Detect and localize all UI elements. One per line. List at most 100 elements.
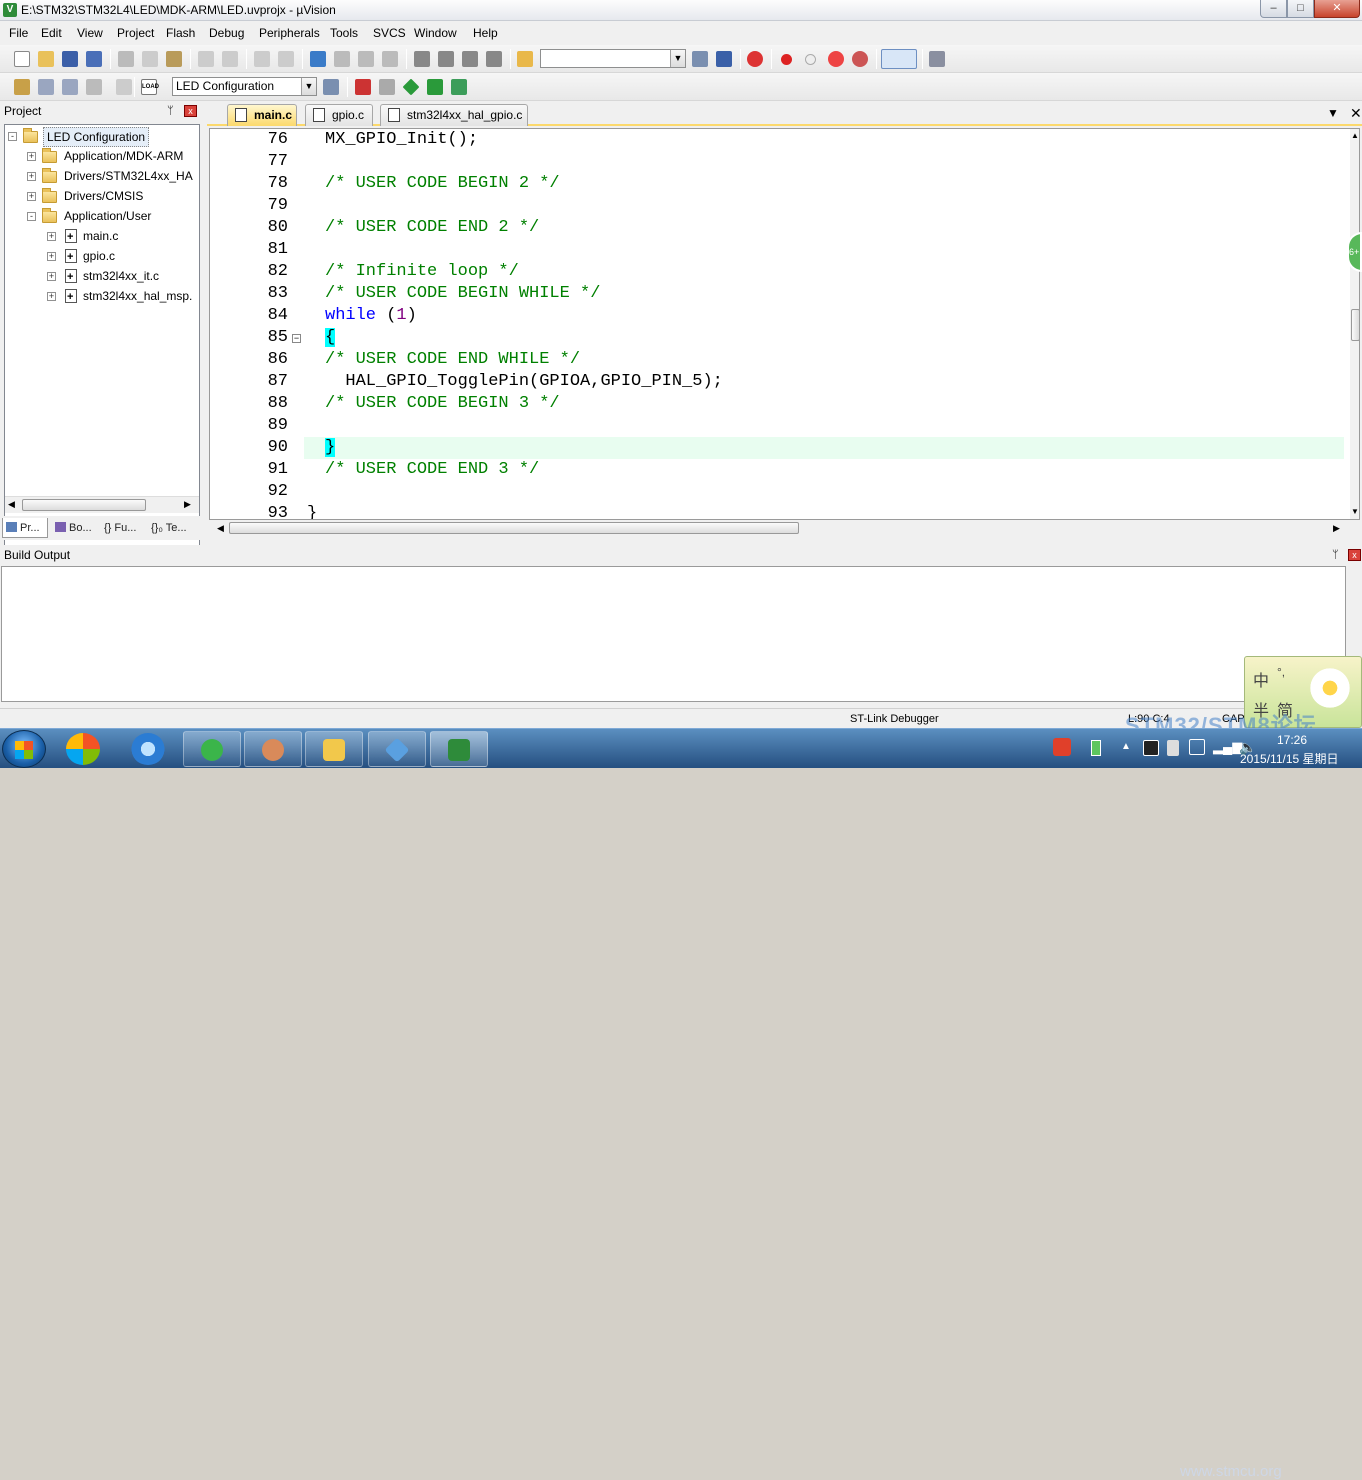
pin-icon[interactable]: ᛘ xyxy=(167,102,174,120)
editor-vertical-scrollbar[interactable]: ▲ ▼ xyxy=(1350,129,1359,519)
menu-view[interactable]: View xyxy=(77,26,103,40)
batch-build-icon[interactable] xyxy=(86,79,102,95)
collapse-icon[interactable]: - xyxy=(8,132,17,141)
expand-icon[interactable]: + xyxy=(47,272,56,281)
expand-icon[interactable]: + xyxy=(47,292,56,301)
find-in-files-icon[interactable] xyxy=(517,51,533,67)
taskbar-browser[interactable] xyxy=(183,731,241,767)
maximize-button[interactable]: □ xyxy=(1287,0,1314,18)
chevron-down-icon[interactable]: ▼ xyxy=(670,50,685,67)
title-bar[interactable]: V E:\STM32\STM32L4\LED\MDK-ARM\LED.uvpro… xyxy=(0,0,1362,21)
battery-icon[interactable] xyxy=(1091,740,1101,756)
pinwheel-app-icon[interactable] xyxy=(66,733,100,765)
tab-functions[interactable]: {} Fu... xyxy=(101,518,147,538)
build-output-text[interactable] xyxy=(1,566,1346,702)
find-icon[interactable] xyxy=(692,51,708,67)
usb-device-icon[interactable] xyxy=(1167,740,1179,756)
incremental-find-icon[interactable] xyxy=(716,51,732,67)
target-options-icon[interactable] xyxy=(323,79,339,95)
start-button[interactable] xyxy=(2,730,46,768)
nav-forward-icon[interactable] xyxy=(278,51,294,67)
close-icon[interactable]: x xyxy=(1348,549,1361,561)
menu-debug[interactable]: Debug xyxy=(209,26,244,40)
expand-icon[interactable]: + xyxy=(27,152,36,161)
menu-file[interactable]: File xyxy=(9,26,28,40)
clock-time[interactable]: 17:26 xyxy=(1277,733,1307,747)
bluetooth-icon[interactable] xyxy=(1143,740,1159,756)
disable-breakpoint-icon[interactable] xyxy=(805,54,816,65)
taskbar-contacts[interactable] xyxy=(244,731,302,767)
manage-components-icon[interactable] xyxy=(355,79,371,95)
kill-all-breakpoints-icon[interactable] xyxy=(852,51,868,67)
minimize-button[interactable]: – xyxy=(1260,0,1287,18)
expand-icon[interactable]: + xyxy=(47,232,56,241)
run-time-environment-icon[interactable] xyxy=(451,79,467,95)
close-icon[interactable]: x xyxy=(184,105,197,117)
rebuild-icon[interactable] xyxy=(62,79,78,95)
paste-icon[interactable] xyxy=(166,51,182,67)
open-file-icon[interactable] xyxy=(38,51,54,67)
indent-icon[interactable] xyxy=(414,51,430,67)
menu-flash[interactable]: Flash xyxy=(166,26,195,40)
scrollbar-thumb[interactable] xyxy=(22,499,146,511)
disable-all-breakpoints-icon[interactable] xyxy=(828,51,844,67)
clock-date[interactable]: 2015/11/15 星期日 xyxy=(1240,750,1339,767)
expand-icon[interactable]: + xyxy=(27,172,36,181)
scroll-right-icon[interactable]: ▶ xyxy=(184,499,191,510)
stop-build-icon[interactable] xyxy=(116,79,132,95)
manage-project-icon[interactable] xyxy=(379,79,395,95)
show-hidden-icons[interactable]: ▲ xyxy=(1121,741,1131,752)
taskbar-uvision[interactable] xyxy=(430,731,488,767)
close-tab-icon[interactable]: ✕ xyxy=(1350,105,1362,122)
copy-icon[interactable] xyxy=(142,51,158,67)
fold-collapse-icon[interactable]: − xyxy=(292,334,301,343)
undo-icon[interactable] xyxy=(198,51,214,67)
comment-icon[interactable] xyxy=(462,51,478,67)
action-center-icon[interactable] xyxy=(1189,739,1205,755)
taskbar-virtualbox[interactable] xyxy=(368,731,426,767)
scroll-up-icon[interactable]: ▲ xyxy=(1351,131,1359,140)
tab-project[interactable]: Pr... xyxy=(2,518,48,538)
next-bookmark-icon[interactable] xyxy=(358,51,374,67)
save-icon[interactable] xyxy=(62,51,78,67)
tree-node[interactable]: - LED Configuration xyxy=(5,127,197,147)
build-icon[interactable] xyxy=(38,79,54,95)
save-all-icon[interactable] xyxy=(86,51,102,67)
expand-icon[interactable]: + xyxy=(27,192,36,201)
nav-back-icon[interactable] xyxy=(254,51,270,67)
tab-gpio-c[interactable]: gpio.c xyxy=(305,104,373,126)
close-button[interactable]: ✕ xyxy=(1314,0,1360,18)
code-editor[interactable]: 76 77 78 79 80 81 82 83 84 85 86 87 88 8… xyxy=(209,128,1360,520)
menu-edit[interactable]: Edit xyxy=(41,26,62,40)
side-float-badge[interactable]: 6+ xyxy=(1347,232,1362,272)
configure-icon[interactable] xyxy=(929,51,945,67)
unindent-icon[interactable] xyxy=(438,51,454,67)
network-signal-icon[interactable]: ▂▄▆ xyxy=(1213,739,1242,755)
menu-window[interactable]: Window xyxy=(414,26,457,40)
pin-icon[interactable]: ᛘ xyxy=(1332,545,1339,565)
tab-list-icon[interactable]: ▼ xyxy=(1327,106,1339,120)
cut-icon[interactable] xyxy=(118,51,134,67)
debug-session-icon[interactable] xyxy=(747,51,763,67)
editor-horizontal-scrollbar[interactable]: ◀ ▶ xyxy=(209,520,1360,537)
select-software-packs-icon[interactable] xyxy=(402,78,420,96)
scrollbar-thumb[interactable] xyxy=(229,522,799,534)
tab-main-c[interactable]: main.c xyxy=(227,104,297,126)
internet-explorer-icon[interactable] xyxy=(131,733,165,765)
taskbar-explorer[interactable] xyxy=(305,731,363,767)
target-combo[interactable]: LED Configuration ▼ xyxy=(172,77,317,96)
expand-icon[interactable]: + xyxy=(47,252,56,261)
menu-svcs[interactable]: SVCS xyxy=(373,26,406,40)
scroll-right-icon[interactable]: ▶ xyxy=(1333,523,1340,534)
scroll-left-icon[interactable]: ◀ xyxy=(8,499,15,510)
ime-punctuation[interactable]: °, xyxy=(1277,665,1285,679)
window-layout-icon[interactable] xyxy=(881,49,917,69)
chevron-down-icon[interactable]: ▼ xyxy=(301,78,316,95)
new-file-icon[interactable] xyxy=(14,51,30,67)
prev-bookmark-icon[interactable] xyxy=(334,51,350,67)
bookmark-icon[interactable] xyxy=(310,51,326,67)
scrollbar-thumb[interactable] xyxy=(1351,309,1359,341)
ime-chinese-mode[interactable]: 中 xyxy=(1253,667,1269,691)
menu-project[interactable]: Project xyxy=(117,26,154,40)
search-combo[interactable]: ▼ xyxy=(540,49,686,68)
